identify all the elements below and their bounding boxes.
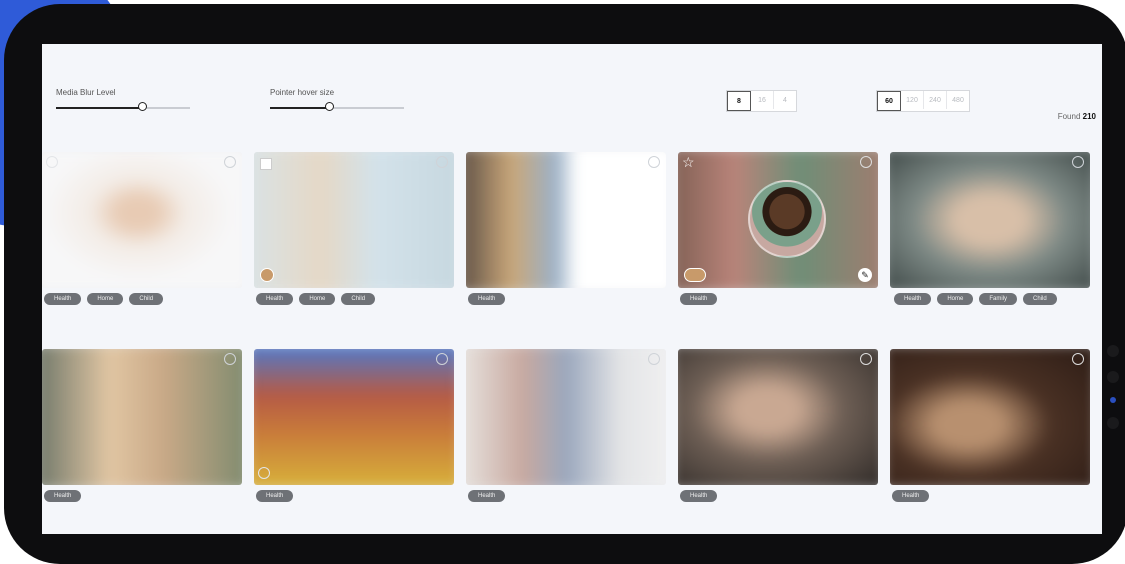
tag-chip[interactable]: Home bbox=[299, 293, 336, 305]
select-square-checkbox[interactable] bbox=[260, 158, 272, 170]
tag-list: Health bbox=[680, 490, 718, 502]
pointer-slider-knob[interactable] bbox=[325, 102, 334, 111]
select-checkbox[interactable] bbox=[1072, 353, 1084, 365]
media-thumbnail bbox=[466, 152, 666, 288]
tag-chip[interactable]: Child bbox=[1023, 293, 1057, 305]
select-checkbox[interactable] bbox=[860, 156, 872, 168]
page-size-option[interactable]: 240 bbox=[924, 91, 947, 109]
device-side-buttons bbox=[1105, 345, 1121, 443]
tag-chip[interactable]: Health bbox=[892, 490, 930, 502]
media-card[interactable] bbox=[42, 152, 242, 288]
pointer-size-slider[interactable] bbox=[270, 102, 404, 111]
media-card[interactable] bbox=[254, 152, 454, 288]
media-card[interactable] bbox=[890, 349, 1090, 485]
media-thumbnail bbox=[42, 152, 242, 288]
select-checkbox[interactable] bbox=[224, 353, 236, 365]
tag-list: Health Home Child bbox=[256, 293, 376, 305]
tag-chip[interactable]: Health bbox=[256, 490, 294, 502]
tag-chip[interactable]: Health bbox=[680, 490, 718, 502]
tag-chip[interactable]: Health bbox=[468, 293, 506, 305]
tag-list: Health bbox=[680, 293, 718, 305]
media-card[interactable] bbox=[42, 349, 242, 485]
info-icon[interactable] bbox=[224, 156, 236, 168]
found-count: 210 bbox=[1082, 112, 1096, 121]
info-icon[interactable] bbox=[648, 353, 660, 365]
tag-list: Health bbox=[468, 293, 506, 305]
blur-level-slider[interactable] bbox=[56, 102, 190, 111]
tag-chip[interactable]: Home bbox=[87, 293, 124, 305]
results-count: Found 210 bbox=[1058, 112, 1096, 121]
indicator-dot bbox=[1110, 397, 1116, 403]
media-thumbnail bbox=[254, 152, 454, 288]
face-avatar-icon bbox=[260, 268, 274, 282]
app-screen: Media Blur Level Pointer hover size 8 16… bbox=[42, 44, 1102, 534]
info-icon[interactable] bbox=[1072, 156, 1084, 168]
blur-slider-fill bbox=[56, 107, 142, 109]
media-thumbnail bbox=[890, 349, 1090, 485]
tag-list: Health Home Family Child bbox=[894, 293, 1057, 305]
page-size-option[interactable]: 480 bbox=[947, 91, 969, 109]
grid-columns-selector: 8 16 4 bbox=[726, 90, 797, 112]
media-thumbnail bbox=[890, 152, 1090, 288]
tag-chip[interactable]: Family bbox=[979, 293, 1018, 305]
media-card[interactable] bbox=[466, 349, 666, 485]
media-thumbnail bbox=[254, 349, 454, 485]
face-zoom-preview bbox=[748, 180, 826, 258]
info-icon[interactable] bbox=[436, 156, 448, 168]
tablet-frame: Media Blur Level Pointer hover size 8 16… bbox=[4, 4, 1125, 564]
pencil-icon[interactable]: ✎ bbox=[858, 268, 872, 282]
face-avatar-icon bbox=[258, 467, 270, 479]
tag-chip[interactable]: Health bbox=[468, 490, 506, 502]
tag-chip[interactable]: Health bbox=[894, 293, 932, 305]
page-size-selector: 60 120 240 480 bbox=[876, 90, 970, 112]
info-icon[interactable] bbox=[648, 156, 660, 168]
pointer-slider-fill bbox=[270, 107, 330, 109]
side-button bbox=[1107, 417, 1119, 429]
side-button bbox=[1107, 371, 1119, 383]
pointer-size-label: Pointer hover size bbox=[270, 88, 335, 97]
media-card[interactable] bbox=[678, 349, 878, 485]
media-card-selected[interactable]: ☆ ✎ bbox=[678, 152, 878, 288]
media-card[interactable] bbox=[254, 349, 454, 485]
blur-level-label: Media Blur Level bbox=[56, 88, 116, 97]
tag-chip[interactable]: Child bbox=[129, 293, 164, 305]
tag-list: Health bbox=[44, 490, 82, 502]
found-label: Found bbox=[1057, 112, 1081, 121]
tag-list: Health bbox=[256, 490, 294, 502]
media-thumbnail bbox=[42, 349, 242, 485]
grid-option[interactable]: 8 bbox=[727, 91, 751, 111]
blur-slider-knob[interactable] bbox=[138, 102, 147, 111]
side-button bbox=[1107, 345, 1119, 357]
tag-chip[interactable]: Health bbox=[680, 293, 718, 305]
select-checkbox[interactable] bbox=[860, 353, 872, 365]
media-card[interactable] bbox=[466, 152, 666, 288]
select-checkbox[interactable] bbox=[436, 353, 448, 365]
face-avatars-icon bbox=[684, 268, 706, 282]
tag-chip[interactable]: Home bbox=[937, 293, 974, 305]
media-card[interactable] bbox=[890, 152, 1090, 288]
tag-chip[interactable]: Child bbox=[341, 293, 376, 305]
media-thumbnail bbox=[678, 349, 878, 485]
grid-option[interactable]: 4 bbox=[774, 91, 796, 109]
tag-chip[interactable]: Health bbox=[256, 293, 294, 305]
tag-chip[interactable]: Health bbox=[44, 293, 82, 305]
page-size-option[interactable]: 60 bbox=[877, 91, 901, 111]
tag-chip[interactable]: Health bbox=[44, 490, 82, 502]
media-thumbnail bbox=[466, 349, 666, 485]
select-checkbox[interactable] bbox=[46, 156, 58, 168]
page-size-option[interactable]: 120 bbox=[901, 91, 924, 109]
grid-option[interactable]: 16 bbox=[751, 91, 774, 109]
tag-list: Health Home Child bbox=[44, 293, 164, 305]
tag-list: Health bbox=[468, 490, 506, 502]
tag-list: Health bbox=[892, 490, 930, 502]
star-icon[interactable]: ☆ bbox=[682, 154, 695, 171]
